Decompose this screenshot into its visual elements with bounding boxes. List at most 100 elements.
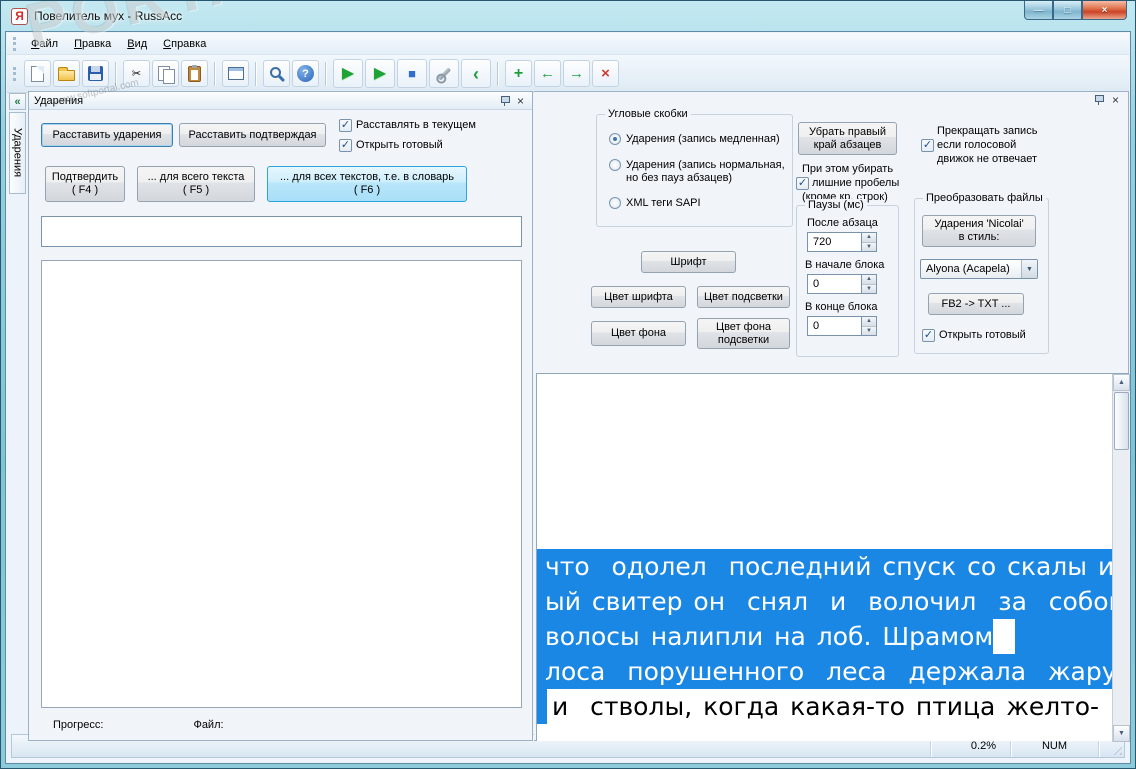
window-title: Повелитель мух - RussAcc [34, 9, 183, 23]
play-button[interactable]: ▶ [333, 59, 363, 88]
after-paragraph-spinner[interactable]: 720 ▲ ▼ [807, 232, 877, 252]
plus-icon: + [513, 64, 524, 82]
titlebar[interactable]: Я Повелитель мух - RussAcc — □ × [1, 1, 1135, 31]
maximize-button[interactable]: □ [1053, 1, 1082, 20]
settings-button[interactable] [429, 59, 459, 88]
file-label: Файл: [193, 719, 224, 731]
confirm-f4-button[interactable]: Подтвердить ( F4 ) [45, 166, 125, 202]
menu-file[interactable]: Файл [23, 35, 66, 53]
remove-right-edge-button[interactable]: Убрать правый край абзацев [798, 122, 897, 155]
help-button[interactable]: ? [292, 60, 319, 87]
text-editor[interactable]: что одолел последний спуск со скалы и ый… [536, 373, 1130, 742]
radio-accents-normal[interactable]: Ударения (запись нормальная, но без пауз… [609, 159, 785, 185]
panel-close-icon[interactable]: × [514, 95, 527, 107]
scroll-up-icon[interactable]: ▲ [1113, 374, 1130, 391]
spinner-buttons: ▲ ▼ [862, 316, 877, 336]
for-all-texts-f6-button[interactable]: ... для всех текстов, т.е. в словарь ( F… [267, 166, 467, 202]
collapse-panel-button[interactable]: « [9, 93, 26, 110]
previous-text-button[interactable]: ← [534, 60, 561, 87]
accent-word-input[interactable] [41, 216, 522, 247]
spinner-value[interactable]: 0 [807, 274, 862, 294]
spin-up-icon[interactable]: ▲ [862, 275, 876, 285]
checkbox-open-ready[interactable]: ✓ Открыть готовый [339, 139, 443, 152]
scroll-down-icon[interactable]: ▼ [1113, 725, 1130, 742]
radio-xml-sapi[interactable]: XML теги SAPI [609, 197, 701, 210]
editor-line: что одолел последний спуск со скалы и [537, 549, 1112, 584]
for-all-text-f5-button[interactable]: ... для всего текста ( F5 ) [137, 166, 255, 202]
menu-help[interactable]: Справка [155, 35, 214, 53]
radio-accents-slow[interactable]: Ударения (запись медленная) [609, 133, 780, 146]
wrench-icon [437, 66, 451, 81]
highlight-color-button[interactable]: Цвет подсветки [697, 286, 790, 308]
radio-label: XML теги SAPI [626, 197, 701, 209]
nicolai-style-button[interactable]: Ударения 'Nicolai' в стиль: [922, 215, 1036, 247]
play-icon: ▶ [373, 64, 387, 82]
pin-icon[interactable] [499, 95, 511, 107]
spin-up-icon[interactable]: ▲ [862, 317, 876, 327]
place-accents-button[interactable]: Расставить ударения [41, 123, 173, 147]
settings-panel-header-icons: × [1093, 94, 1122, 106]
voice-select-value: Alyona (Acapela) [926, 263, 1010, 275]
pin-icon[interactable] [1093, 94, 1105, 106]
voice-select[interactable]: Alyona (Acapela) ▼ [920, 259, 1038, 279]
check-icon: ✓ [923, 329, 934, 341]
spinner-value[interactable]: 0 [807, 316, 862, 336]
dropdown-arrow-icon[interactable]: ▼ [1021, 260, 1037, 278]
accents-panel-header[interactable]: Ударения × [29, 92, 532, 110]
panel-close-icon[interactable]: × [1109, 94, 1122, 106]
spin-up-icon[interactable]: ▲ [862, 233, 876, 243]
menu-view[interactable]: Вид [119, 35, 155, 53]
background-color-button[interactable]: Цвет фона [591, 321, 686, 346]
num-lock-indicator: NUM [1041, 740, 1068, 752]
maximize-icon: □ [1064, 4, 1071, 16]
next-text-button[interactable]: → [563, 60, 590, 87]
spin-down-icon[interactable]: ▼ [862, 242, 876, 251]
checkbox-place-in-current[interactable]: ✓ Расставлять в текущем [339, 119, 476, 132]
zoom-button[interactable] [263, 60, 290, 87]
new-document-button[interactable] [24, 60, 51, 87]
side-tab-accents[interactable]: Ударения [9, 112, 26, 194]
spin-down-icon[interactable]: ▼ [862, 284, 876, 293]
paste-button[interactable] [181, 60, 208, 87]
undo-button[interactable]: ‹ [461, 59, 491, 88]
app-icon: Я [11, 7, 28, 25]
save-button[interactable] [82, 60, 109, 87]
checkbox-trim-spaces[interactable]: При этом убирать ✓ лишние пробелы (кроме… [796, 162, 916, 204]
menu-grip[interactable] [13, 36, 16, 51]
spin-down-icon[interactable]: ▼ [862, 326, 876, 335]
highlight-background-color-button[interactable]: Цвет фона подсветки [697, 318, 790, 349]
open-file-button[interactable] [53, 60, 80, 87]
fb2-to-txt-button[interactable]: FB2 -> TXT ... [928, 293, 1024, 315]
angle-brackets-group: Угловые скобки Ударения (запись медленна… [596, 108, 793, 227]
vertical-scrollbar[interactable]: ▲ ▼ [1112, 374, 1130, 742]
remove-text-button[interactable]: × [592, 60, 619, 87]
spinner-value[interactable]: 720 [807, 232, 862, 252]
highlighted-text: волосы налипли на лоб. Шрамом [537, 619, 994, 654]
scrollbar-thumb[interactable] [1114, 392, 1129, 450]
close-button[interactable]: × [1082, 1, 1127, 20]
toolbar-grip[interactable] [13, 66, 16, 81]
font-button[interactable]: Шрифт [641, 251, 736, 273]
block-start-spinner[interactable]: 0 ▲ ▼ [807, 274, 877, 294]
accents-panel: Ударения × Расставить ударения Расставит… [28, 91, 533, 741]
copy-button[interactable] [152, 60, 179, 87]
menu-edit[interactable]: Правка [66, 35, 119, 53]
place-accents-confirming-button[interactable]: Расставить подтверждая [179, 123, 326, 147]
minimize-button[interactable]: — [1024, 1, 1053, 20]
convert-files-group: Преобразовать файлы Ударения 'Nicolai' в… [914, 192, 1049, 354]
accent-list[interactable] [41, 260, 522, 708]
block-end-spinner[interactable]: 0 ▲ ▼ [807, 316, 877, 336]
play-selection-button[interactable]: ▶ [365, 59, 395, 88]
checkbox-stop-engine[interactable]: Прекращать запись ✓ если голосовой движо… [921, 124, 1101, 166]
cut-button[interactable]: ✂ [123, 60, 150, 87]
radio-icon [609, 159, 621, 171]
font-color-button[interactable]: Цвет шрифта [591, 286, 686, 308]
stop-button[interactable]: ■ [397, 59, 427, 88]
checkbox-open-ready-convert[interactable]: ✓ Открыть готовый [922, 329, 1026, 342]
editor-line: и стволы, когда какая-то птица желто- [537, 689, 1112, 724]
selection-block [537, 689, 547, 724]
open-folder-icon [58, 67, 75, 81]
add-text-button[interactable]: + [505, 60, 532, 87]
window-view-button[interactable] [222, 60, 249, 87]
toolbar: ✂ ? ▶ ▶ ■ ‹ + ← → × [7, 55, 1129, 93]
